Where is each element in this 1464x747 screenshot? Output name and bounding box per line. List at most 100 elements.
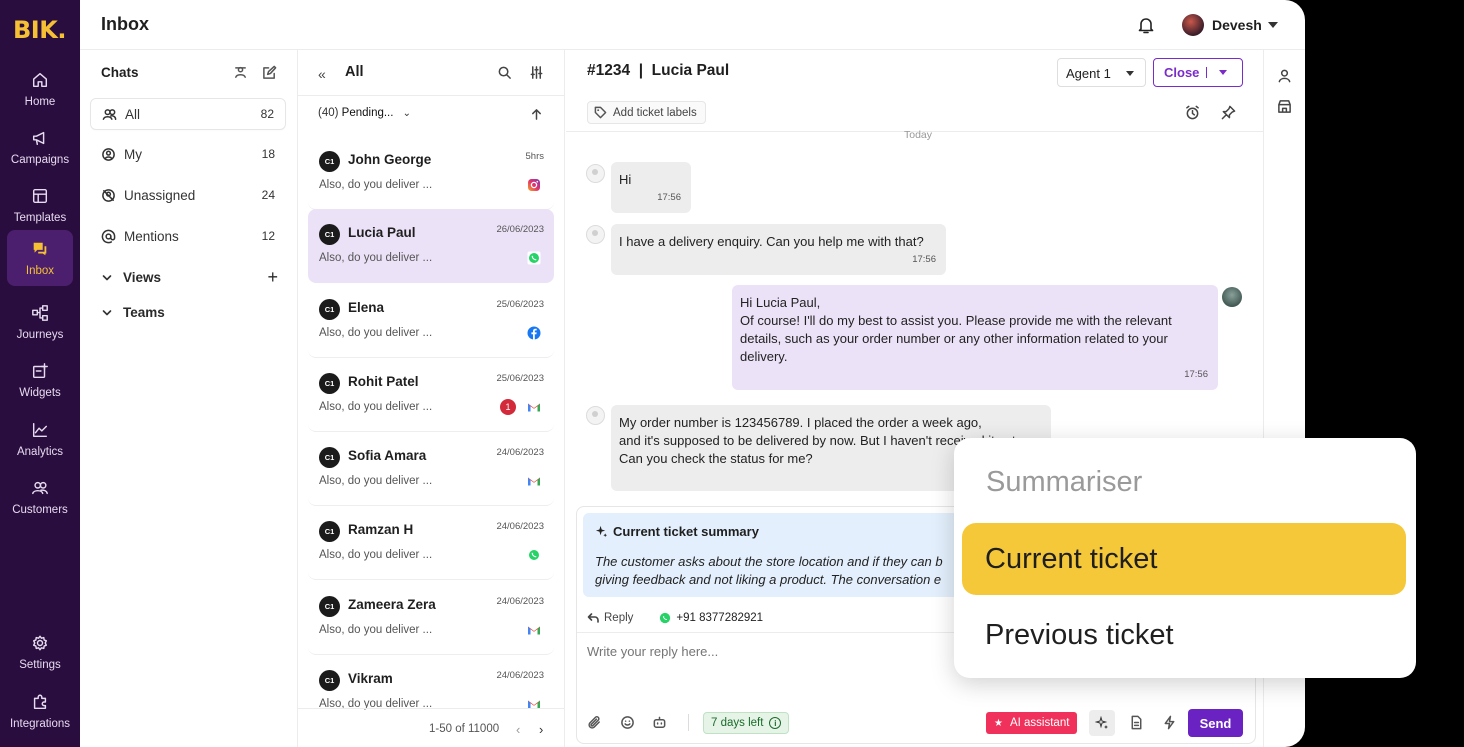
list-item[interactable]: C1 Rohit Patel 25/06/2023 Also, do you d…: [308, 358, 554, 432]
nav-item-home[interactable]: Home: [7, 61, 73, 117]
section-views[interactable]: Views +: [102, 267, 278, 288]
prev-page-icon[interactable]: ‹: [516, 722, 520, 737]
summary-text: The customer asks about the store locati…: [595, 553, 975, 589]
search-icon[interactable]: [497, 65, 512, 80]
nav-item-campaigns[interactable]: Campaigns: [7, 119, 73, 175]
reply-meta: Reply +91 8377282921: [587, 612, 763, 624]
snooze-clock-icon[interactable]: [1185, 105, 1200, 120]
nav-item-integrations[interactable]: Integrations: [7, 683, 73, 739]
status-filter[interactable]: (40) Pending... ⌄: [318, 107, 411, 119]
folder-my[interactable]: My 18: [90, 138, 286, 170]
message-time: 17:56: [912, 254, 936, 265]
nav-item-settings[interactable]: Settings: [7, 624, 73, 680]
store-icon[interactable]: [1277, 99, 1292, 114]
chevron-down-icon[interactable]: [1219, 70, 1227, 75]
reply-channel[interactable]: +91 8377282921: [659, 612, 763, 624]
pin-icon[interactable]: [1221, 105, 1236, 120]
section-teams[interactable]: Teams: [102, 305, 278, 320]
sort-arrow-up-icon[interactable]: [530, 108, 543, 121]
document-icon[interactable]: [1129, 715, 1144, 730]
attachment-icon[interactable]: [587, 715, 602, 730]
contact-name: Rohit Patel: [348, 374, 419, 389]
emoji-icon[interactable]: [620, 715, 635, 730]
list-item[interactable]: C1 Elena 25/06/2023 Also, do you deliver…: [308, 284, 554, 358]
list-item[interactable]: C1 Lucia Paul 26/06/2023 Also, do you de…: [308, 209, 554, 283]
chevron-down-icon[interactable]: [1268, 22, 1278, 28]
at-sign-icon: [101, 229, 116, 243]
folder-mentions[interactable]: Mentions 12: [90, 220, 286, 252]
lightning-icon[interactable]: [1162, 715, 1177, 730]
contact-name: Ramzan H: [348, 522, 414, 537]
nav-label: Customers: [12, 503, 68, 516]
summariser-menu: Summariser Current ticket Previous ticke…: [954, 438, 1416, 678]
labels-label: Add ticket labels: [613, 106, 697, 119]
add-labels-button[interactable]: Add ticket labels: [587, 101, 706, 124]
info-icon[interactable]: i: [769, 717, 782, 729]
collapse-icon[interactable]: «: [318, 66, 326, 82]
analytics-icon: [32, 422, 48, 437]
reply-phone: +91 8377282921: [676, 612, 764, 624]
folder-count: 18: [261, 147, 275, 161]
contact-name: Elena: [348, 300, 385, 315]
sla-badge: 7 days left i: [703, 712, 790, 734]
message-preview: Also, do you deliver ...: [319, 475, 433, 487]
reply-input[interactable]: [587, 644, 937, 659]
whatsapp-icon: [660, 612, 671, 624]
ai-assistant-button[interactable]: ★ AI assistant: [986, 712, 1078, 734]
close-label: Close: [1164, 65, 1200, 80]
list-item[interactable]: C1 Zameera Zera 24/06/2023 Also, do you …: [308, 581, 554, 655]
user-name[interactable]: Devesh: [1212, 17, 1262, 33]
avatar: C1: [319, 596, 340, 617]
next-page-icon[interactable]: ›: [539, 722, 543, 737]
close-ticket-button[interactable]: Close: [1153, 58, 1243, 87]
reply-arrow-icon: [587, 613, 599, 623]
instagram-icon: [528, 179, 540, 191]
agent-select[interactable]: Agent 1: [1057, 58, 1146, 87]
chevron-down-icon: [102, 309, 112, 315]
message-time: 17:56: [1184, 369, 1208, 380]
message-text: Hi: [619, 172, 632, 187]
list-item[interactable]: C1 John George 5hrs Also, do you deliver…: [308, 136, 554, 210]
summariser-option-previous[interactable]: Previous ticket: [962, 599, 1406, 671]
summariser-option-current[interactable]: Current ticket: [962, 523, 1406, 595]
pagination-range: 1-50 of 11000: [429, 723, 500, 735]
divider: [688, 714, 689, 731]
user-profile-icon[interactable]: [1277, 68, 1292, 83]
contact-name: John George: [348, 152, 432, 167]
list-item[interactable]: C1 Ramzan H 24/06/2023 Also, do you deli…: [308, 506, 554, 580]
bell-icon[interactable]: [1136, 15, 1156, 35]
gmail-icon: [528, 626, 540, 635]
nav-item-journeys[interactable]: Journeys: [7, 294, 73, 350]
team-view-icon[interactable]: [233, 65, 248, 80]
avatar: C1: [319, 299, 340, 320]
summariser-button[interactable]: [1089, 710, 1115, 736]
customer-avatar: [586, 164, 605, 183]
contact-name: Sofia Amara: [348, 448, 427, 463]
nav-item-templates[interactable]: Templates: [7, 177, 73, 233]
folder-all[interactable]: All 82: [90, 98, 286, 130]
folder-unassigned[interactable]: Unassigned 24: [90, 179, 286, 211]
avatar: C1: [319, 373, 340, 394]
send-button[interactable]: Send: [1188, 709, 1243, 737]
template-icon: [32, 188, 48, 203]
avatar[interactable]: [1182, 14, 1204, 36]
nav-item-inbox[interactable]: Inbox: [7, 230, 73, 286]
avatar: C1: [319, 521, 340, 542]
reply-mode[interactable]: Reply: [604, 612, 633, 624]
summary-line: The customer asks about the store locati…: [595, 554, 943, 569]
compose-icon[interactable]: [262, 65, 277, 80]
add-view-icon[interactable]: +: [267, 267, 278, 288]
list-item[interactable]: C1 Sofia Amara 24/06/2023 Also, do you d…: [308, 432, 554, 506]
nav-item-analytics[interactable]: Analytics: [7, 411, 73, 467]
summary-title-text: Current ticket summary: [613, 524, 759, 539]
nav-item-widgets[interactable]: Widgets: [7, 352, 73, 408]
brand-logo[interactable]: BIK.: [13, 16, 66, 44]
folder-count: 24: [261, 188, 275, 202]
bot-icon[interactable]: [652, 715, 667, 730]
timestamp: 24/06/2023: [496, 596, 544, 607]
filter-sliders-icon[interactable]: [529, 65, 544, 80]
users-icon: [102, 108, 117, 120]
nav-item-customers[interactable]: Customers: [7, 469, 73, 525]
timestamp: 25/06/2023: [496, 299, 544, 310]
nav-label: Integrations: [9, 717, 71, 730]
